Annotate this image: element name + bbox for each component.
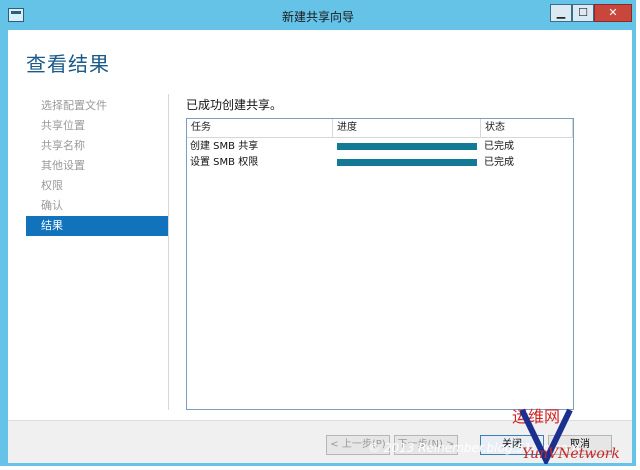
nav-step-select-profile: 选择配置文件 [41, 99, 107, 112]
column-header-status[interactable]: 状态 [481, 119, 573, 137]
progress-bar [337, 159, 477, 166]
status-cell: 已完成 [484, 141, 514, 152]
nav-step-share-name: 共享名称 [41, 139, 85, 152]
yunv-network-logo: 运维网 YunVNetwork [512, 407, 620, 464]
task-cell: 创建 SMB 共享 [190, 141, 259, 152]
minimize-button[interactable]: ▁ [550, 4, 572, 22]
nav-step-other-settings: 其他设置 [41, 159, 85, 172]
progress-bar-fill [337, 143, 477, 150]
result-heading: 已成功创建共享。 [186, 98, 283, 112]
logo-cn-text: 运维网 [512, 407, 560, 426]
task-cell: 设置 SMB 权限 [190, 157, 259, 168]
progress-bar-fill [337, 159, 477, 166]
nav-step-share-location: 共享位置 [41, 119, 85, 132]
nav-divider [168, 94, 169, 410]
wizard-window: 新建共享向导 ▁ ☐ ✕ 查看结果 选择配置文件 共享位置 共享名称 其他设置 … [0, 0, 636, 466]
results-table: 任务 进度 状态 创建 SMB 共享 已完成 设置 SMB 权限 已完成 [186, 118, 574, 410]
progress-bar [337, 143, 477, 150]
column-header-task[interactable]: 任务 [187, 119, 333, 137]
wizard-step-nav: 选择配置文件 共享位置 共享名称 其他设置 权限 确认 结果 [26, 96, 168, 236]
title-bar[interactable]: 新建共享向导 ▁ ☐ ✕ [2, 2, 634, 30]
window-title: 新建共享向导 [281, 10, 354, 24]
status-cell: 已完成 [484, 157, 514, 168]
table-row[interactable]: 设置 SMB 权限 已完成 [187, 155, 573, 171]
maximize-button[interactable]: ☐ [572, 4, 594, 22]
logo-en-text: YunVNetwork [522, 446, 620, 462]
table-row[interactable]: 创建 SMB 共享 已完成 [187, 139, 573, 155]
wizard-client-area: 查看结果 选择配置文件 共享位置 共享名称 其他设置 权限 确认 结果 已成功创… [8, 30, 632, 463]
close-window-button[interactable]: ✕ [594, 4, 632, 22]
column-header-progress[interactable]: 进度 [333, 119, 481, 137]
nav-step-confirm: 确认 [41, 199, 63, 212]
table-header: 任务 进度 状态 [187, 119, 573, 138]
nav-step-permissions: 权限 [41, 179, 63, 192]
page-title: 查看结果 [26, 52, 110, 76]
nav-step-results[interactable]: 结果 [26, 216, 168, 236]
